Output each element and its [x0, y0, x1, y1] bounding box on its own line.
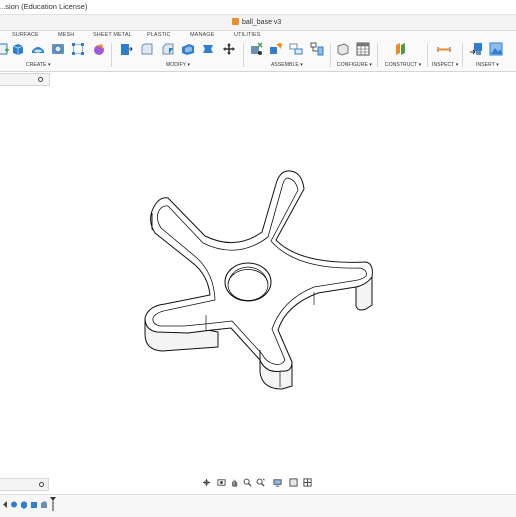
separator	[243, 43, 244, 67]
pan-hand-icon[interactable]	[230, 478, 239, 487]
tab-sheet-metal[interactable]: SHEET METAL	[93, 32, 132, 38]
panel-pin-icon[interactable]	[38, 77, 43, 82]
insert-menu[interactable]: INSERT ▾	[476, 62, 499, 68]
configure-menu[interactable]: CONFIGURE ▾	[337, 62, 372, 68]
fit-zoom-icon[interactable]	[256, 478, 265, 487]
look-at-icon[interactable]	[217, 478, 226, 487]
new-sketch-icon[interactable]	[0, 42, 10, 56]
timeline-marker-icon[interactable]	[50, 497, 56, 511]
hole-icon[interactable]	[51, 42, 65, 56]
configuration-table-icon[interactable]	[356, 42, 370, 56]
separator	[330, 43, 331, 67]
move-icon[interactable]	[222, 42, 236, 56]
insert-canvas-icon[interactable]	[489, 42, 503, 56]
star-plate-model[interactable]	[144, 170, 373, 390]
new-component-icon[interactable]	[249, 42, 263, 56]
tab-utilities[interactable]: UTILITIES	[234, 32, 261, 38]
title-bar: ...sion (Education License)	[0, 0, 516, 15]
window-title: ...sion (Education License)	[0, 2, 88, 11]
canvas-viewport[interactable]	[0, 85, 516, 475]
joint-origin-icon[interactable]	[310, 42, 324, 56]
form-icon[interactable]	[92, 42, 106, 56]
as-built-joint-icon[interactable]	[289, 42, 303, 56]
comments-pin-icon[interactable]	[39, 482, 44, 487]
assemble-menu[interactable]: ASSEMBLE ▾	[271, 62, 303, 68]
modify-menu[interactable]: MODIFY ▾	[166, 62, 190, 68]
zoom-icon[interactable]	[243, 478, 252, 487]
ribbon-toolbar: CREATE ▾ MODIFY ▾ ASSEMBLE ▾ CONFIGURE ▾…	[0, 40, 516, 72]
document-tab-title: ball_base v3	[242, 19, 282, 26]
revolve-icon[interactable]	[31, 42, 45, 56]
document-tab-bar: ball_base v3	[0, 15, 516, 31]
display-settings-icon[interactable]	[273, 478, 282, 487]
navigation-toolbar	[200, 477, 316, 488]
document-icon	[232, 18, 239, 25]
workspace-tab-row: SURFACE MESH SHEET METAL PLASTIC MANAGE …	[0, 31, 516, 40]
comments-panel-header[interactable]	[0, 478, 49, 491]
chamfer-icon[interactable]	[161, 42, 175, 56]
configure-icon[interactable]	[336, 42, 350, 56]
separator	[462, 43, 463, 67]
tab-surface[interactable]: SURFACE	[12, 32, 39, 38]
timeline-sketch-feature-icon[interactable]	[10, 500, 18, 509]
shell-icon[interactable]	[181, 42, 195, 56]
tab-mesh[interactable]: MESH	[58, 32, 74, 38]
grid-snap-icon[interactable]	[289, 478, 298, 487]
separator	[377, 43, 378, 67]
document-tab[interactable]: ball_base v3	[232, 16, 281, 30]
press-pull-icon[interactable]	[119, 42, 133, 56]
timeline-shell-feature-icon[interactable]	[40, 500, 48, 509]
separator	[111, 43, 112, 67]
extrude-icon[interactable]	[11, 42, 25, 56]
timeline-fillet-feature-icon[interactable]	[30, 500, 38, 509]
timeline-bar	[0, 494, 516, 517]
measure-icon[interactable]	[437, 42, 451, 56]
joint-icon[interactable]	[269, 42, 283, 56]
timeline-extrude-feature-icon[interactable]	[20, 500, 28, 509]
inspect-menu[interactable]: INSPECT ▾	[432, 62, 458, 68]
viewports-icon[interactable]	[303, 478, 312, 487]
separator	[427, 43, 428, 67]
construct-menu[interactable]: CONSTRUCT ▾	[385, 62, 421, 68]
combine-icon[interactable]	[201, 42, 215, 56]
insert-derive-icon[interactable]	[469, 42, 483, 56]
tab-manage[interactable]: MANAGE	[190, 32, 214, 38]
orbit-icon[interactable]	[202, 478, 211, 487]
offset-plane-icon[interactable]	[394, 42, 408, 56]
fillet-icon[interactable]	[140, 42, 154, 56]
create-menu[interactable]: CREATE ▾	[26, 62, 51, 68]
pattern-icon[interactable]	[71, 42, 85, 56]
tab-plastic[interactable]: PLASTIC	[147, 32, 171, 38]
timeline-step-back-icon[interactable]	[2, 500, 8, 509]
